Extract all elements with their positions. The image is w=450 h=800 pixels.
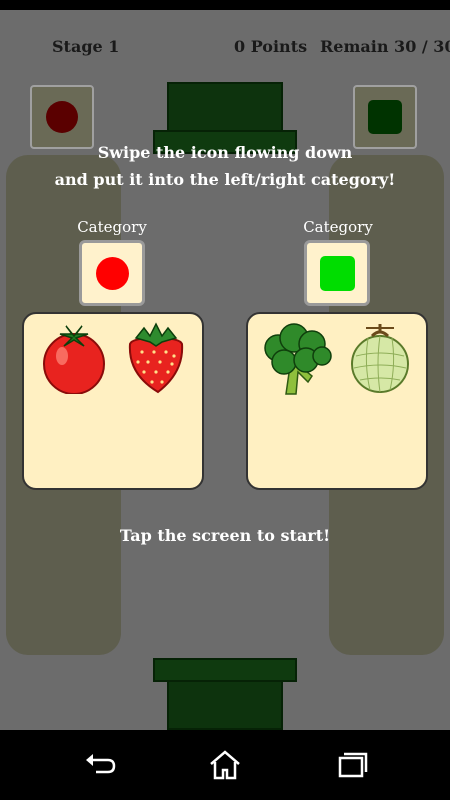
- red-circle-icon: [96, 257, 129, 290]
- home-icon[interactable]: [205, 748, 245, 782]
- right-category-icon-box: [304, 240, 370, 306]
- instruction-line-1: Swipe the icon flowing down: [97, 143, 353, 162]
- left-category-panel: [22, 312, 204, 490]
- left-category-label: Category: [77, 218, 147, 236]
- game-screen[interactable]: Stage 1 0 Points Remain 30 / 30 Swipe th…: [0, 0, 450, 730]
- remain-label: Remain 30 / 30: [320, 37, 450, 56]
- left-category-icon-box: [79, 240, 145, 306]
- points-label: 0 Points: [234, 37, 308, 56]
- green-square-icon: [320, 256, 355, 291]
- navigation-bar: [0, 730, 450, 800]
- right-category-panel: [246, 312, 428, 490]
- red-circle-icon: [46, 101, 78, 133]
- bottom-pipe-cap: [153, 658, 297, 682]
- status-bar: [0, 0, 450, 10]
- right-category-label: Category: [303, 218, 373, 236]
- back-icon[interactable]: [80, 748, 120, 782]
- green-square-icon: [368, 100, 402, 134]
- strawberry-icon: [128, 322, 184, 394]
- instruction-line-2: and put it into the left/right category!: [54, 170, 396, 189]
- broccoli-icon: [264, 323, 332, 395]
- bottom-pipe: [167, 680, 283, 730]
- right-drop-target[interactable]: [353, 85, 417, 149]
- start-prompt: Tap the screen to start!: [119, 526, 331, 545]
- top-pipe: [167, 82, 283, 134]
- melon-icon: [351, 324, 409, 393]
- recent-apps-icon[interactable]: [330, 748, 370, 782]
- stage-label: Stage 1: [52, 37, 120, 56]
- tomato-icon: [43, 325, 105, 394]
- left-drop-target[interactable]: [30, 85, 94, 149]
